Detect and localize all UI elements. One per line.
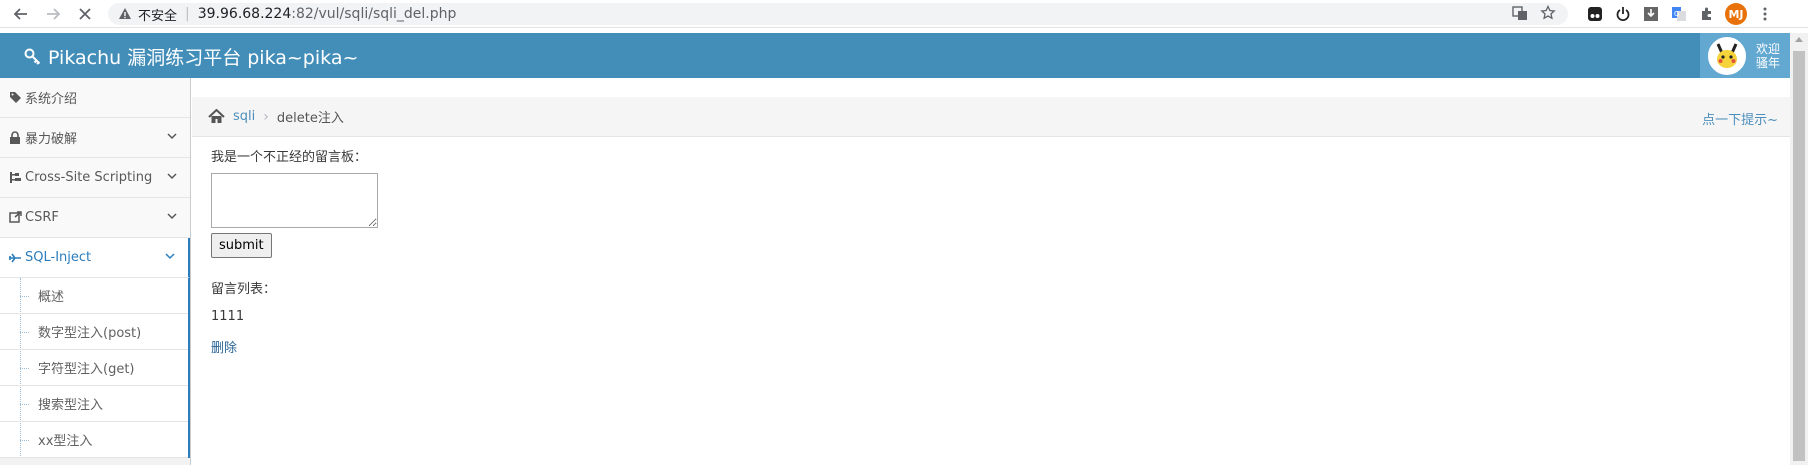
browser-toolbar: 不安全 | 39.96.68.224:82/vul/sqli/sqli_del.… (0, 0, 1808, 28)
chevron-down-icon (167, 213, 177, 220)
hint-link[interactable]: 点一下提示~ (1702, 109, 1778, 128)
sqli-submenu: 概述 数字型注入(post) 字符型注入(get) 搜索型注入 xx型注入 (0, 278, 190, 458)
address-separator: | (185, 6, 190, 22)
submenu-item-label: xx型注入 (38, 434, 93, 449)
welcome-line2: 骚年 (1756, 55, 1781, 70)
sidebar-item-label: Cross-Site Scripting (25, 170, 153, 185)
download-icon (1644, 7, 1658, 21)
fighter-jet-icon (7, 252, 23, 264)
security-label: 不安全 (138, 8, 178, 24)
submenu-item-xx[interactable]: xx型注入 (0, 422, 188, 458)
chevron-down-icon (167, 173, 177, 180)
submit-button[interactable]: submit (211, 233, 272, 258)
google-translate-extension[interactable]: G (1669, 4, 1689, 24)
sidebar-item-label: 系统介绍 (25, 92, 78, 107)
tampermonkey-extension[interactable] (1585, 4, 1605, 24)
app-navbar: Pikachu 漏洞练习平台 pika~pika~ 欢迎 骚年 (0, 33, 1790, 78)
submenu-item-label: 搜索型注入 (38, 398, 104, 413)
submenu-item-string-get[interactable]: 字符型注入(get) (0, 350, 188, 386)
breadcrumb-link-sqli[interactable]: sqli (233, 109, 255, 124)
user-menu[interactable]: 欢迎 骚年 (1700, 33, 1790, 78)
welcome-text: 欢迎 骚年 (1756, 42, 1780, 70)
sidebar: 系统介绍 暴力破解 Cross-Site Scripting CSRF SQL-… (0, 78, 191, 465)
tags-icon (7, 91, 23, 104)
brand-title: Pikachu 漏洞练习平台 pika~pika~ (48, 47, 359, 69)
download-extension[interactable] (1641, 4, 1661, 24)
extensions-menu[interactable] (1697, 4, 1717, 24)
message-textarea[interactable] (211, 173, 378, 228)
sitemap-icon (7, 171, 23, 184)
home-icon[interactable] (208, 109, 225, 124)
back-arrow-icon (13, 8, 27, 20)
breadcrumb: sqli › delete注入 点一下提示~ (192, 97, 1790, 137)
warning-icon (119, 8, 131, 19)
star-icon[interactable] (1540, 5, 1556, 21)
profile-avatar[interactable]: MJ (1725, 3, 1747, 25)
submenu-item-label: 概述 (38, 290, 65, 305)
scroll-thumb[interactable] (1793, 51, 1805, 461)
submenu-item-label: 数字型注入(post) (38, 326, 142, 341)
tampermonkey-icon (1588, 7, 1602, 21)
message-list-label: 留言列表： (211, 282, 277, 297)
breadcrumb-current: delete注入 (276, 111, 344, 126)
brand[interactable]: Pikachu 漏洞练习平台 pika~pika~ (24, 43, 358, 70)
back-button[interactable] (10, 3, 32, 25)
svg-text:G: G (1674, 10, 1679, 18)
pikachu-icon (1716, 42, 1738, 68)
sidebar-item-xss[interactable]: Cross-Site Scripting (0, 158, 190, 198)
submenu-item-overview[interactable]: 概述 (0, 278, 188, 314)
url-host: 39.96.68.224 (197, 6, 292, 22)
sidebar-item-label: SQL-Inject (25, 250, 92, 265)
stop-loading-button[interactable] (74, 3, 96, 25)
message-item-text: 1111 (211, 309, 245, 324)
sidebar-item-bruteforce[interactable]: 暴力破解 (0, 118, 190, 158)
google-translate-icon: G (1672, 7, 1686, 21)
address-bar[interactable]: 不安全 | 39.96.68.224:82/vul/sqli/sqli_del.… (108, 3, 1568, 25)
submenu-item-numeric-post[interactable]: 数字型注入(post) (0, 314, 188, 350)
chevron-down-icon (167, 133, 177, 140)
browser-menu[interactable] (1755, 4, 1775, 24)
url-path: :82/vul/sqli/sqli_del.php (291, 6, 457, 22)
share-icon (7, 211, 23, 224)
welcome-line1: 欢迎 (1756, 41, 1781, 56)
scroll-up-arrow[interactable] (1795, 37, 1803, 42)
sidebar-item-label: CSRF (25, 210, 59, 225)
sidebar-item-label: 暴力破解 (25, 132, 78, 147)
submenu-item-label: 字符型注入(get) (38, 362, 135, 377)
power-icon (1616, 7, 1630, 21)
extension-toolbar: G MJ (1585, 3, 1775, 25)
more-vertical-icon (1763, 7, 1767, 21)
breadcrumb-separator: › (263, 108, 269, 125)
delete-link[interactable]: 删除 (211, 337, 378, 356)
lock-icon (7, 131, 23, 144)
pikachu-avatar (1708, 36, 1746, 75)
sidebar-item-intro[interactable]: 系统介绍 (0, 78, 190, 118)
submenu-item-search[interactable]: 搜索型注入 (0, 386, 188, 422)
puzzle-icon (1702, 7, 1711, 20)
main-content: 我是一个不正经的留言板： submit 留言列表： 1111 删除 (211, 146, 378, 356)
key-icon (24, 48, 41, 65)
close-icon (79, 8, 91, 20)
power-extension[interactable] (1613, 4, 1633, 24)
forward-button[interactable] (42, 3, 64, 25)
page-scrollbar[interactable] (1790, 33, 1808, 465)
message-board-label: 我是一个不正经的留言板： (211, 150, 368, 165)
chevron-down-icon (165, 253, 175, 260)
sidebar-item-sqli[interactable]: SQL-Inject (0, 238, 190, 278)
forward-arrow-icon (47, 8, 61, 20)
translate-icon[interactable] (1512, 5, 1528, 21)
address-bar-actions (1512, 5, 1556, 21)
sidebar-item-csrf[interactable]: CSRF (0, 198, 190, 238)
